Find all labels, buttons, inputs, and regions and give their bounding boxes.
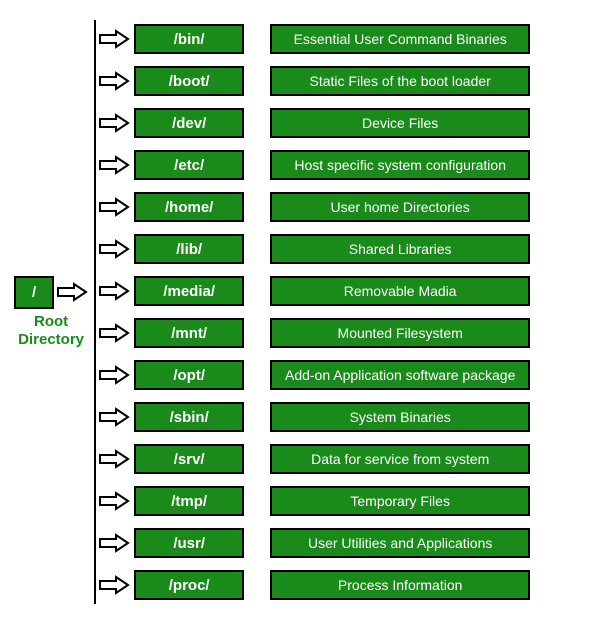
root-row: / <box>14 276 88 309</box>
directory-name-box: /media/ <box>134 276 244 306</box>
arrow-right-icon <box>96 491 130 511</box>
directory-description-box: Essential User Command Binaries <box>270 24 530 54</box>
arrow-right-icon <box>96 281 130 301</box>
directory-row: /media/Removable Madia <box>96 276 530 306</box>
directory-row: /boot/Static Files of the boot loader <box>96 66 530 96</box>
directory-name-box: /boot/ <box>134 66 244 96</box>
directory-description-box: Device Files <box>270 108 530 138</box>
directory-description-box: Host specific system configuration <box>270 150 530 180</box>
directory-rows: /bin/Essential User Command Binaries/boo… <box>96 20 530 604</box>
directory-name-box: /sbin/ <box>134 402 244 432</box>
directory-row: /sbin/System Binaries <box>96 402 530 432</box>
arrow-right-icon <box>96 365 130 385</box>
arrow-right-icon <box>96 533 130 553</box>
directory-row: /etc/Host specific system configuration <box>96 150 530 180</box>
directory-row: /lib/Shared Libraries <box>96 234 530 264</box>
root-column: / Root Directory <box>14 276 88 349</box>
directory-description-box: Data for service from system <box>270 444 530 474</box>
root-box: / <box>14 276 54 309</box>
arrow-right-icon <box>96 239 130 259</box>
arrow-right-icon <box>96 71 130 91</box>
directory-name-box: /dev/ <box>134 108 244 138</box>
directory-description-box: System Binaries <box>270 402 530 432</box>
directory-description-box: Process Information <box>270 570 530 600</box>
arrow-right-icon <box>96 29 130 49</box>
directory-name-box: /lib/ <box>134 234 244 264</box>
directory-name-box: /usr/ <box>134 528 244 558</box>
filesystem-hierarchy-diagram: / Root Directory /bin/Essential User Com… <box>14 20 588 604</box>
directory-name-box: /srv/ <box>134 444 244 474</box>
directory-description-box: User Utilities and Applications <box>270 528 530 558</box>
directory-name-box: /opt/ <box>134 360 244 390</box>
directory-description-box: Removable Madia <box>270 276 530 306</box>
directory-name-box: /tmp/ <box>134 486 244 516</box>
directory-description-box: Shared Libraries <box>270 234 530 264</box>
arrow-right-icon <box>96 197 130 217</box>
directory-description-box: Temporary Files <box>270 486 530 516</box>
directory-name-box: /etc/ <box>134 150 244 180</box>
root-label-line1: Root <box>34 313 68 330</box>
arrow-right-icon <box>96 155 130 175</box>
directory-row: /dev/Device Files <box>96 108 530 138</box>
directory-row: /srv/Data for service from system <box>96 444 530 474</box>
directory-name-box: /proc/ <box>134 570 244 600</box>
arrow-right-icon <box>54 282 88 302</box>
directory-row: /opt/Add-on Application software package <box>96 360 530 390</box>
root-label: Root Directory <box>18 313 84 349</box>
directory-row: /usr/User Utilities and Applications <box>96 528 530 558</box>
directory-description-box: Add-on Application software package <box>270 360 530 390</box>
arrow-right-icon <box>96 113 130 133</box>
directory-description-box: User home Directories <box>270 192 530 222</box>
directory-row: /proc/Process Information <box>96 570 530 600</box>
directory-row: /tmp/Temporary Files <box>96 486 530 516</box>
arrow-right-icon <box>96 323 130 343</box>
directory-name-box: /mnt/ <box>134 318 244 348</box>
directory-name-box: /home/ <box>134 192 244 222</box>
arrow-right-icon <box>96 575 130 595</box>
directory-description-box: Mounted Filesystem <box>270 318 530 348</box>
directory-description-box: Static Files of the boot loader <box>270 66 530 96</box>
directory-row: /home/User home Directories <box>96 192 530 222</box>
root-label-line2: Directory <box>18 331 84 348</box>
arrow-right-icon <box>96 449 130 469</box>
arrow-right-icon <box>96 407 130 427</box>
directory-name-box: /bin/ <box>134 24 244 54</box>
directory-row: /bin/Essential User Command Binaries <box>96 24 530 54</box>
directory-row: /mnt/Mounted Filesystem <box>96 318 530 348</box>
